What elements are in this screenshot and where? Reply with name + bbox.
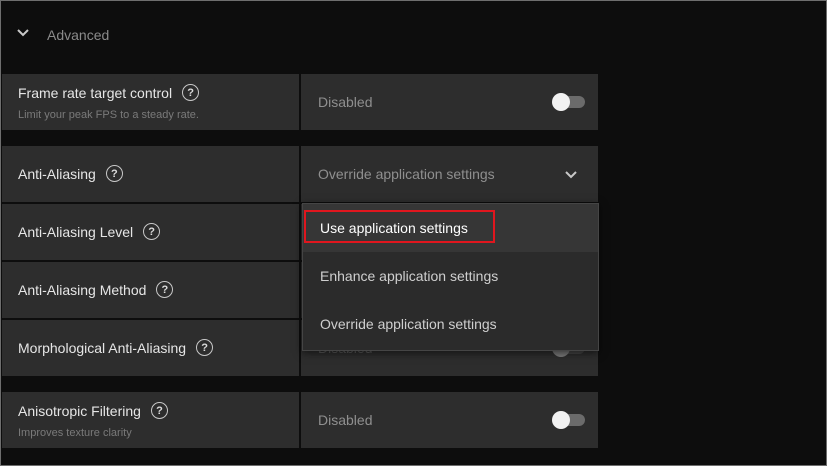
chevron-down-icon <box>17 29 29 37</box>
section-title: Advanced <box>47 27 110 43</box>
setting-value-cell: Disabled <box>301 392 598 448</box>
setting-row-anti-aliasing: Anti-Aliasing ? Override application set… <box>2 146 598 202</box>
setting-label-cell: Anti-Aliasing ? <box>2 146 299 202</box>
setting-label-cell: Anti-Aliasing Method ? <box>2 262 299 318</box>
anti-aliasing-dropdown-menu: Use application settings Enhance applica… <box>302 203 599 351</box>
setting-label: Anisotropic Filtering <box>18 402 141 419</box>
setting-label: Anti-Aliasing <box>18 165 96 182</box>
menu-item-label: Enhance application settings <box>320 268 499 284</box>
setting-label-cell: Anti-Aliasing Level ? <box>2 204 299 260</box>
setting-row-anisotropic: Anisotropic Filtering ? Improves texture… <box>2 392 598 448</box>
setting-description: Limit your peak FPS to a steady rate. <box>18 109 199 121</box>
menu-item-use-application-settings[interactable]: Use application settings <box>303 204 598 252</box>
setting-label: Anti-Aliasing Method <box>18 281 147 298</box>
menu-item-override-application-settings[interactable]: Override application settings <box>303 300 598 348</box>
anisotropic-toggle[interactable] <box>552 411 585 429</box>
toggle-knob <box>552 411 570 429</box>
menu-item-label: Override application settings <box>320 316 497 332</box>
toggle-knob <box>552 93 570 111</box>
setting-label: Anti-Aliasing Level <box>18 223 134 240</box>
menu-item-label: Use application settings <box>320 220 468 236</box>
setting-label: Morphological Anti-Aliasing <box>18 339 187 356</box>
anti-aliasing-dropdown[interactable]: Override application settings <box>301 146 598 202</box>
frame-rate-toggle[interactable] <box>552 93 585 111</box>
setting-label: Frame rate target control <box>18 84 173 101</box>
setting-value: Disabled <box>318 412 373 428</box>
help-icon[interactable]: ? <box>182 84 200 101</box>
setting-label-cell: Morphological Anti-Aliasing ? <box>2 320 299 376</box>
settings-panel: Advanced Frame rate target control ? Lim… <box>0 0 827 466</box>
help-icon[interactable]: ? <box>196 339 214 356</box>
setting-label-cell: Frame rate target control ? Limit your p… <box>2 74 299 130</box>
help-icon[interactable]: ? <box>143 223 161 240</box>
help-icon[interactable]: ? <box>156 281 174 298</box>
dropdown-selected-value: Override application settings <box>318 166 495 182</box>
setting-value: Disabled <box>318 94 373 110</box>
setting-row-frame-rate: Frame rate target control ? Limit your p… <box>2 74 598 130</box>
setting-label-cell: Anisotropic Filtering ? Improves texture… <box>2 392 299 448</box>
help-icon[interactable]: ? <box>150 402 168 419</box>
chevron-down-icon[interactable] <box>564 168 578 182</box>
menu-item-enhance-application-settings[interactable]: Enhance application settings <box>303 252 598 300</box>
help-icon[interactable]: ? <box>105 165 123 182</box>
setting-value-cell: Disabled <box>301 74 598 130</box>
setting-description: Improves texture clarity <box>18 427 132 439</box>
advanced-section-header[interactable]: Advanced <box>1 15 601 53</box>
